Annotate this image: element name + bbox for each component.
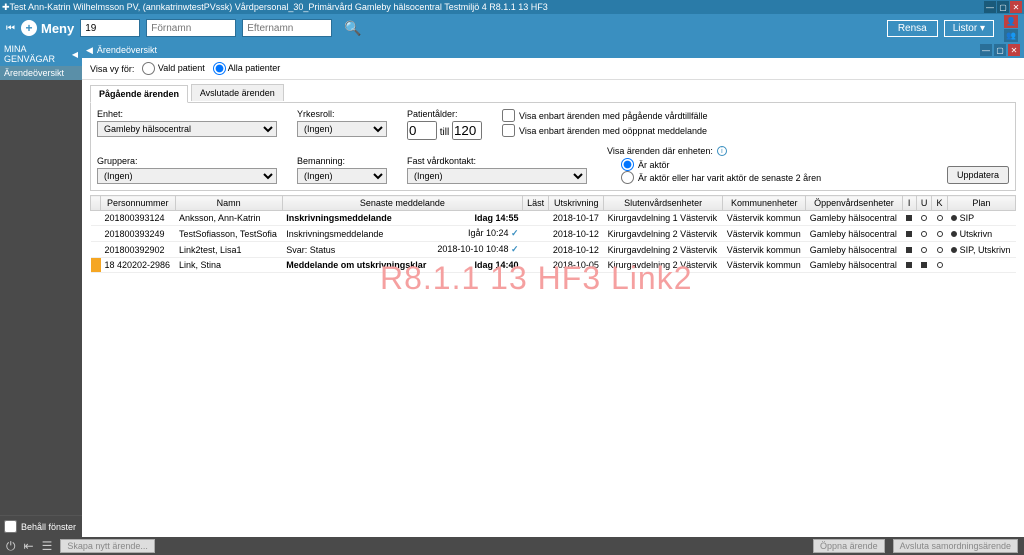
table-row[interactable]: 201800393124 Anksson, Ann-Katrin Inskriv… — [91, 211, 1016, 226]
list-icon[interactable]: ☰ — [42, 539, 53, 553]
panel-header: ◀ Ärendeöversikt — ▢ ✕ — [82, 42, 1024, 58]
tabs-row: Pågående ärenden Avslutade ärenden — [82, 80, 1024, 102]
patientalder-label: Patientålder: — [407, 109, 482, 119]
power-icon[interactable]: ⏻ — [6, 539, 16, 554]
age-to-input[interactable] — [452, 121, 482, 140]
col-u[interactable]: U — [916, 196, 932, 211]
nav-back-icon[interactable]: ⏮ — [6, 23, 15, 34]
table-header-row: Personnummer Namn Senaste meddelande Läs… — [91, 196, 1016, 211]
panel-max-icon[interactable]: ▢ — [994, 44, 1006, 56]
yrkesroll-select[interactable]: (Ingen) — [297, 121, 387, 137]
sidebar-header: MINA GENVÄGAR ◀ — [0, 42, 82, 66]
radio-har-varit[interactable]: Är aktör eller har varit aktör de senast… — [621, 171, 821, 184]
col-sluten[interactable]: Slutenvårdsenheter — [604, 196, 723, 211]
keep-window-label: Behåll fönster — [21, 522, 76, 532]
avsluta-button: Avsluta samordningsärende — [893, 539, 1018, 553]
radio-ar-aktor[interactable]: Är aktör — [621, 158, 821, 171]
radio-vald-patient[interactable]: Vald patient — [142, 62, 204, 75]
listor-button[interactable]: Listor ▾ — [944, 20, 994, 37]
minimize-button[interactable]: — — [984, 1, 996, 13]
col-k[interactable]: K — [932, 196, 947, 211]
col-oppen[interactable]: Öppenvårdsenheter — [806, 196, 902, 211]
cb-ooppnat-medd[interactable]: Visa enbart ärenden med oöppnat meddelan… — [502, 124, 707, 137]
cb-pagaende-vard[interactable]: Visa enbart ärenden med pågående vårdtil… — [502, 109, 707, 122]
view-filter-row: Visa vy för: Vald patient Alla patienter — [82, 58, 1024, 80]
sidebar-header-label: MINA GENVÄGAR — [4, 44, 72, 64]
col-namn[interactable]: Namn — [175, 196, 282, 211]
topbar: ⏮ + Meny 🔍 Rensa Listor ▾ 👤 👥 — [0, 14, 1024, 42]
info-icon[interactable]: i — [717, 146, 727, 156]
gruppera-label: Gruppera: — [97, 156, 277, 166]
table-row[interactable]: 201800392902 Link2test, Lisa1 Svar: Stat… — [91, 242, 1016, 258]
menu-label: Meny — [41, 21, 74, 36]
age-till-label: till — [440, 127, 449, 138]
col-last[interactable]: Läst — [523, 196, 549, 211]
col-personnummer[interactable]: Personnummer — [101, 196, 176, 211]
plus-icon: + — [21, 20, 37, 36]
menu-button[interactable]: + Meny — [21, 20, 74, 36]
table-row[interactable]: 201800393249 TestSofiasson, TestSofia In… — [91, 226, 1016, 242]
search-fornamn-input[interactable] — [146, 19, 236, 37]
uppdatera-button[interactable]: Uppdatera — [947, 166, 1009, 184]
arenden-table: Personnummer Namn Senaste meddelande Läs… — [90, 195, 1016, 273]
keep-window-checkbox[interactable]: Behåll fönster — [0, 515, 82, 537]
group-icon[interactable]: 👥 — [1004, 29, 1018, 42]
tab-avslutade[interactable]: Avslutade ärenden — [191, 84, 284, 101]
col-i[interactable]: I — [902, 196, 916, 211]
enhet-select[interactable]: Gamleby hälsocentral — [97, 121, 277, 137]
col-senaste[interactable]: Senaste meddelande — [282, 196, 522, 211]
fastvard-label: Fast vårdkontakt: — [407, 156, 587, 166]
yrkesroll-label: Yrkesroll: — [297, 109, 387, 119]
age-from-input[interactable] — [407, 121, 437, 140]
logout-icon[interactable]: ⇤ — [24, 539, 34, 553]
maximize-button[interactable]: ▢ — [997, 1, 1009, 13]
radio-alla-patienter[interactable]: Alla patienter — [213, 62, 281, 75]
chevron-left-icon[interactable]: ◀ — [72, 50, 78, 59]
col-kommun[interactable]: Kommunenheter — [723, 196, 806, 211]
visa-arenden-label: Visa ärenden där enheten: i — [607, 146, 821, 156]
titlebar: ✚ Test Ann-Katrin Wilhelmsson PV, (annka… — [0, 0, 1024, 14]
enhet-label: Enhet: — [97, 109, 277, 119]
bemanning-label: Bemanning: — [297, 156, 387, 166]
window-controls: — ▢ ✕ — [984, 1, 1022, 13]
oppna-button: Öppna ärende — [813, 539, 885, 553]
app-icon: ✚ — [2, 2, 10, 13]
search-icon[interactable]: 🔍 — [344, 20, 361, 37]
fastvard-select[interactable]: (Ingen) — [407, 168, 587, 184]
keep-window-input[interactable] — [4, 520, 17, 533]
gruppera-select[interactable]: (Ingen) — [97, 168, 277, 184]
chevron-icon[interactable]: ◀ — [86, 45, 93, 56]
search-efternamn-input[interactable] — [242, 19, 332, 37]
skapa-button: Skapa nytt ärende... — [60, 539, 155, 553]
col-utskrivning[interactable]: Utskrivning — [549, 196, 604, 211]
filters-panel: Enhet: Gamleby hälsocentral Yrkesroll: (… — [90, 102, 1016, 191]
sidebar-item-arendeoversikt[interactable]: Ärendeöversikt — [0, 66, 82, 80]
sidebar: MINA GENVÄGAR ◀ Ärendeöversikt Behåll fö… — [0, 42, 82, 537]
close-button[interactable]: ✕ — [1010, 1, 1022, 13]
panel-title: Ärendeöversikt — [97, 45, 157, 55]
bottombar: ⏻ ⇤ ☰ Skapa nytt ärende... Öppna ärende … — [0, 537, 1024, 555]
user-icon[interactable]: 👤 — [1004, 15, 1018, 28]
panel-close-icon[interactable]: ✕ — [1008, 44, 1020, 56]
table-row[interactable]: 18 420202-2986 Link, Stina Meddelande om… — [91, 258, 1016, 273]
tab-pagaende[interactable]: Pågående ärenden — [90, 85, 188, 103]
bemanning-select[interactable]: (Ingen) — [297, 168, 387, 184]
rensa-button[interactable]: Rensa — [887, 20, 938, 37]
content-panel: ◀ Ärendeöversikt — ▢ ✕ Visa vy för: Vald… — [82, 42, 1024, 537]
window-title: Test Ann-Katrin Wilhelmsson PV, (annkatr… — [10, 2, 984, 12]
panel-min-icon[interactable]: — — [980, 44, 992, 56]
search-personnummer-input[interactable] — [80, 19, 140, 37]
visa-label: Visa vy för: — [90, 64, 134, 74]
col-plan[interactable]: Plan — [947, 196, 1015, 211]
